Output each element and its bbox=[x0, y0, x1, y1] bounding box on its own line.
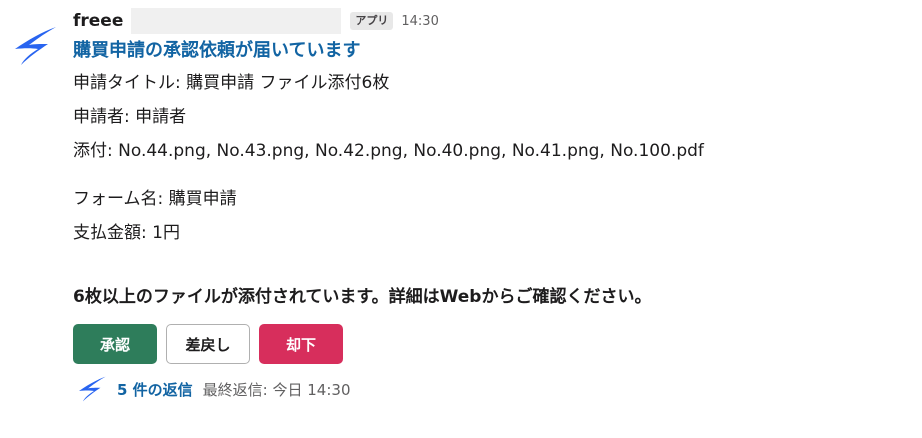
sender-name[interactable]: freee bbox=[73, 11, 123, 31]
action-buttons: 承認 差戻し 却下 bbox=[73, 324, 913, 364]
application-title-line: 申請タイトル: 購買申請 ファイル添付6枚 bbox=[73, 73, 390, 93]
return-button[interactable]: 差戻し bbox=[166, 324, 250, 364]
thread-summary[interactable]: 5 件の返信 最終返信: 今日 14:30 bbox=[73, 374, 913, 404]
payment-amount-line: 支払金額: 1円 bbox=[73, 223, 180, 243]
message-timestamp[interactable]: 14:30 bbox=[401, 14, 438, 29]
freee-bird-icon bbox=[79, 376, 106, 402]
freee-bird-icon[interactable] bbox=[12, 26, 58, 66]
last-reply-text: 最終返信: 今日 14:30 bbox=[202, 380, 351, 399]
app-badge: アプリ bbox=[350, 12, 394, 30]
message-content: freee アプリ 14:30 購買申請の承認依頼が届いています 申請タイトル:… bbox=[73, 6, 913, 404]
attachment-notice: 6枚以上のファイルが添付されています。詳細はWebからご確認ください。 bbox=[73, 287, 652, 307]
message-header: freee アプリ 14:30 bbox=[73, 6, 913, 36]
attachments-line: 添付: No.44.png, No.43.png, No.42.png, No.… bbox=[73, 141, 704, 161]
reject-button[interactable]: 却下 bbox=[259, 324, 343, 364]
redacted-area bbox=[131, 8, 342, 34]
form-name-line: フォーム名: 購買申請 bbox=[73, 189, 237, 209]
request-title-link[interactable]: 購買申請の承認依頼が届いています bbox=[73, 36, 913, 66]
approve-button[interactable]: 承認 bbox=[73, 324, 157, 364]
applicant-line: 申請者: 申請者 bbox=[73, 107, 187, 127]
slack-message: freee アプリ 14:30 購買申請の承認依頼が届いています 申請タイトル:… bbox=[0, 0, 922, 438]
reply-count-link[interactable]: 5 件の返信 bbox=[117, 379, 193, 400]
